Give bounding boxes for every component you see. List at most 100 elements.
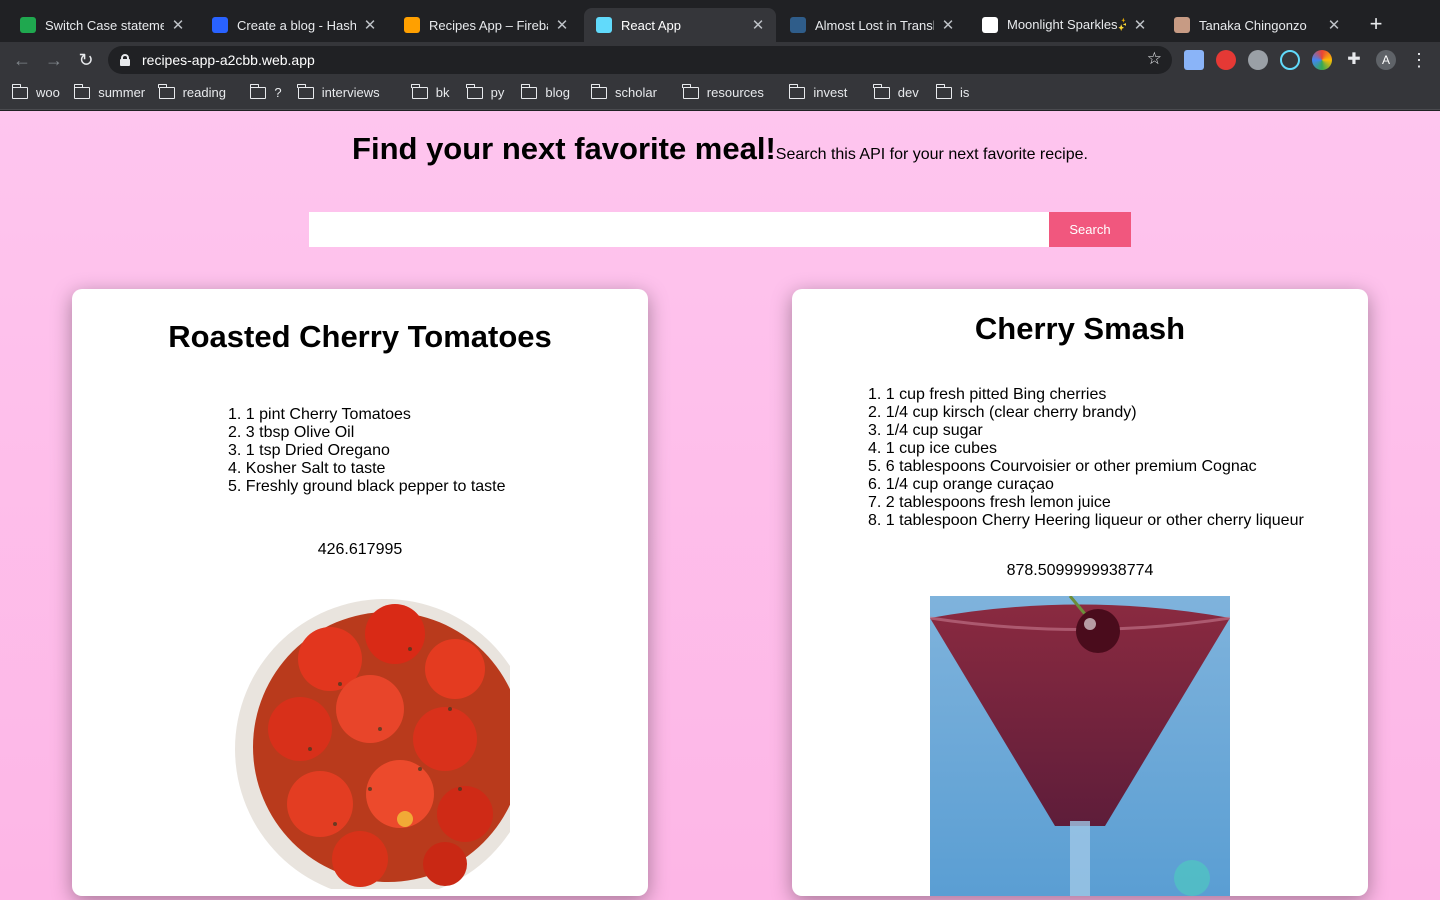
ingredient-item: 2 tablespoons fresh lemon juice — [868, 494, 1304, 512]
tab-close-icon[interactable]: ✕ — [1326, 16, 1342, 34]
search-button[interactable]: Search — [1049, 212, 1131, 247]
bookmark-label: is — [960, 85, 970, 100]
ingredient-item: Kosher Salt to taste — [228, 460, 506, 478]
firebase-icon — [404, 17, 420, 33]
tab-close-icon[interactable]: ✕ — [554, 16, 570, 34]
browser-tab[interactable]: React App ✕ — [584, 8, 776, 42]
recipe-title: Cherry Smash — [974, 311, 1186, 346]
recipe-calories: 426.617995 — [317, 541, 403, 558]
browser-menu-icon[interactable]: ⋮ — [1410, 48, 1428, 72]
ingredient-item: 1/4 cup kirsch (clear cherry brandy) — [868, 404, 1304, 422]
codepen-icon — [982, 17, 998, 33]
bookmark-label: woo — [36, 85, 60, 100]
hashnode-green-icon — [20, 17, 36, 33]
profile-avatar[interactable]: A — [1376, 50, 1396, 70]
tab-close-icon[interactable]: ✕ — [170, 16, 186, 34]
browser-tab[interactable]: Create a blog - Hashnode ✕ — [200, 8, 388, 42]
avatar-icon — [1174, 17, 1190, 33]
tab-close-icon[interactable]: ✕ — [750, 16, 766, 34]
forward-arrow-icon[interactable]: → — [42, 48, 66, 72]
tab-title: React App — [621, 17, 681, 33]
extension-react-icon[interactable] — [1280, 50, 1300, 70]
folder-icon — [935, 83, 952, 99]
recipe-image-tomatoes — [210, 589, 510, 889]
folder-icon — [297, 83, 314, 99]
hashnode-icon — [212, 17, 228, 33]
folder-icon — [520, 83, 538, 99]
hero-header: Find your next favorite meal! Search thi… — [0, 131, 1440, 167]
url-text: recipes-app-a2cbb.web.app — [142, 52, 315, 68]
browser-tab-strip: + Switch Case statement✕Create a blog - … — [0, 0, 1440, 42]
ingredient-item: 1 pint Cherry Tomatoes — [228, 406, 506, 424]
tab-title: Tanaka Chingonzo — [1199, 17, 1307, 33]
tab-title: Almost Lost in Translation — [815, 17, 934, 33]
browser-tab[interactable]: Moonlight Sparkles✨ ✕ — [970, 8, 1158, 42]
back-arrow-icon[interactable]: ← — [10, 48, 34, 72]
page-subtitle: Search this API for your next favorite r… — [775, 146, 1088, 163]
bookmark-label: ? — [274, 85, 282, 100]
bookmark-label: reading — [182, 85, 226, 100]
lock-icon — [120, 54, 130, 66]
bookmark-folder[interactable]: summer — [73, 83, 146, 100]
page-title: Find your next favorite meal! — [352, 131, 776, 166]
ingredient-item: 1/4 cup orange curaçao — [868, 476, 1304, 494]
bookmark-folder[interactable]: woo — [11, 83, 60, 100]
bookmark-folder[interactable]: is — [935, 83, 970, 100]
bookmark-folder[interactable]: invest — [788, 83, 848, 100]
tab-close-icon[interactable]: ✕ — [940, 16, 956, 34]
folder-icon — [682, 83, 699, 99]
bookmark-label: blog — [545, 85, 570, 100]
bookmark-star-icon[interactable]: ☆ — [1147, 49, 1162, 69]
ingredient-list: 1 pint Cherry Tomatoes 3 tbsp Olive Oil … — [228, 406, 506, 496]
ingredient-item: 1 tablespoon Cherry Heering liqueur or o… — [868, 512, 1304, 530]
bookmark-folder[interactable]: resources — [682, 83, 764, 100]
reload-icon[interactable]: ↻ — [74, 48, 98, 72]
ingredient-item: 1 tsp Dried Oregano — [228, 442, 506, 460]
extension-ublock-icon[interactable] — [1216, 50, 1236, 70]
bookmark-folder[interactable]: ? — [249, 83, 282, 100]
extension-gem-icon[interactable] — [1184, 50, 1204, 70]
bookmark-folder[interactable]: dev — [873, 83, 919, 100]
extension-color-icon[interactable] — [1312, 50, 1332, 70]
bookmark-folder[interactable]: scholar — [590, 83, 657, 100]
folder-icon — [411, 83, 428, 99]
recipe-image-cocktail — [930, 596, 1230, 896]
tab-title: Switch Case statement — [45, 17, 164, 33]
address-bar[interactable]: recipes-app-a2cbb.web.app ☆ — [108, 46, 1172, 74]
search-form: Search — [309, 212, 1131, 247]
ingredient-item: 6 tablespoons Courvoisier or other premi… — [868, 458, 1304, 476]
ingredient-item: 1 cup ice cubes — [868, 440, 1304, 458]
tab-title: Moonlight Sparkles✨ — [1007, 17, 1126, 32]
browser-tab[interactable]: Recipes App – Firebase ✕ — [392, 8, 580, 42]
bookmark-label: summer — [98, 85, 146, 100]
bookmark-folder[interactable]: interviews — [297, 83, 380, 100]
bookmarks-bar: woo summer reading? interviews bk py blog schol… — [0, 78, 1440, 110]
recipe-title: Roasted Cherry Tomatoes — [168, 319, 552, 354]
bookmark-folder[interactable]: reading — [158, 83, 226, 100]
tab-close-icon[interactable]: ✕ — [362, 16, 378, 34]
recipe-card: Cherry Smash 1 cup fresh pitted Bing che… — [792, 289, 1368, 896]
tab-close-icon[interactable]: ✕ — [1132, 16, 1148, 34]
tab-title: Create a blog - Hashnode — [237, 17, 356, 33]
react-icon — [596, 17, 612, 33]
extensions-puzzle-icon[interactable]: ✚ — [1344, 50, 1364, 70]
bookmark-label: invest — [813, 85, 848, 100]
bookmark-folder[interactable]: blog — [520, 83, 570, 100]
ingredient-item: 3 tbsp Olive Oil — [228, 424, 506, 442]
ingredient-item: 1/4 cup sugar — [868, 422, 1304, 440]
bookmark-label: interviews — [321, 85, 380, 100]
browser-tab[interactable]: Tanaka Chingonzo ✕ — [1162, 8, 1352, 42]
ingredient-list: 1 cup fresh pitted Bing cherries 1/4 cup… — [868, 386, 1304, 530]
extension-owl-icon[interactable] — [1248, 50, 1268, 70]
new-tab-button[interactable]: + — [1364, 13, 1388, 37]
recipe-calories: 878.5099999938774 — [1006, 562, 1154, 579]
folder-icon — [590, 83, 607, 99]
bookmark-folder[interactable]: py — [466, 83, 504, 100]
folder-icon — [466, 83, 483, 99]
folder-icon — [249, 83, 267, 99]
browser-tab[interactable]: Almost Lost in Translation ✕ — [778, 8, 966, 42]
search-input[interactable] — [309, 212, 1049, 247]
browser-tab[interactable]: Switch Case statement ✕ — [8, 8, 196, 42]
bookmark-label: bk — [435, 85, 450, 100]
bookmark-folder[interactable]: bk — [411, 83, 450, 100]
